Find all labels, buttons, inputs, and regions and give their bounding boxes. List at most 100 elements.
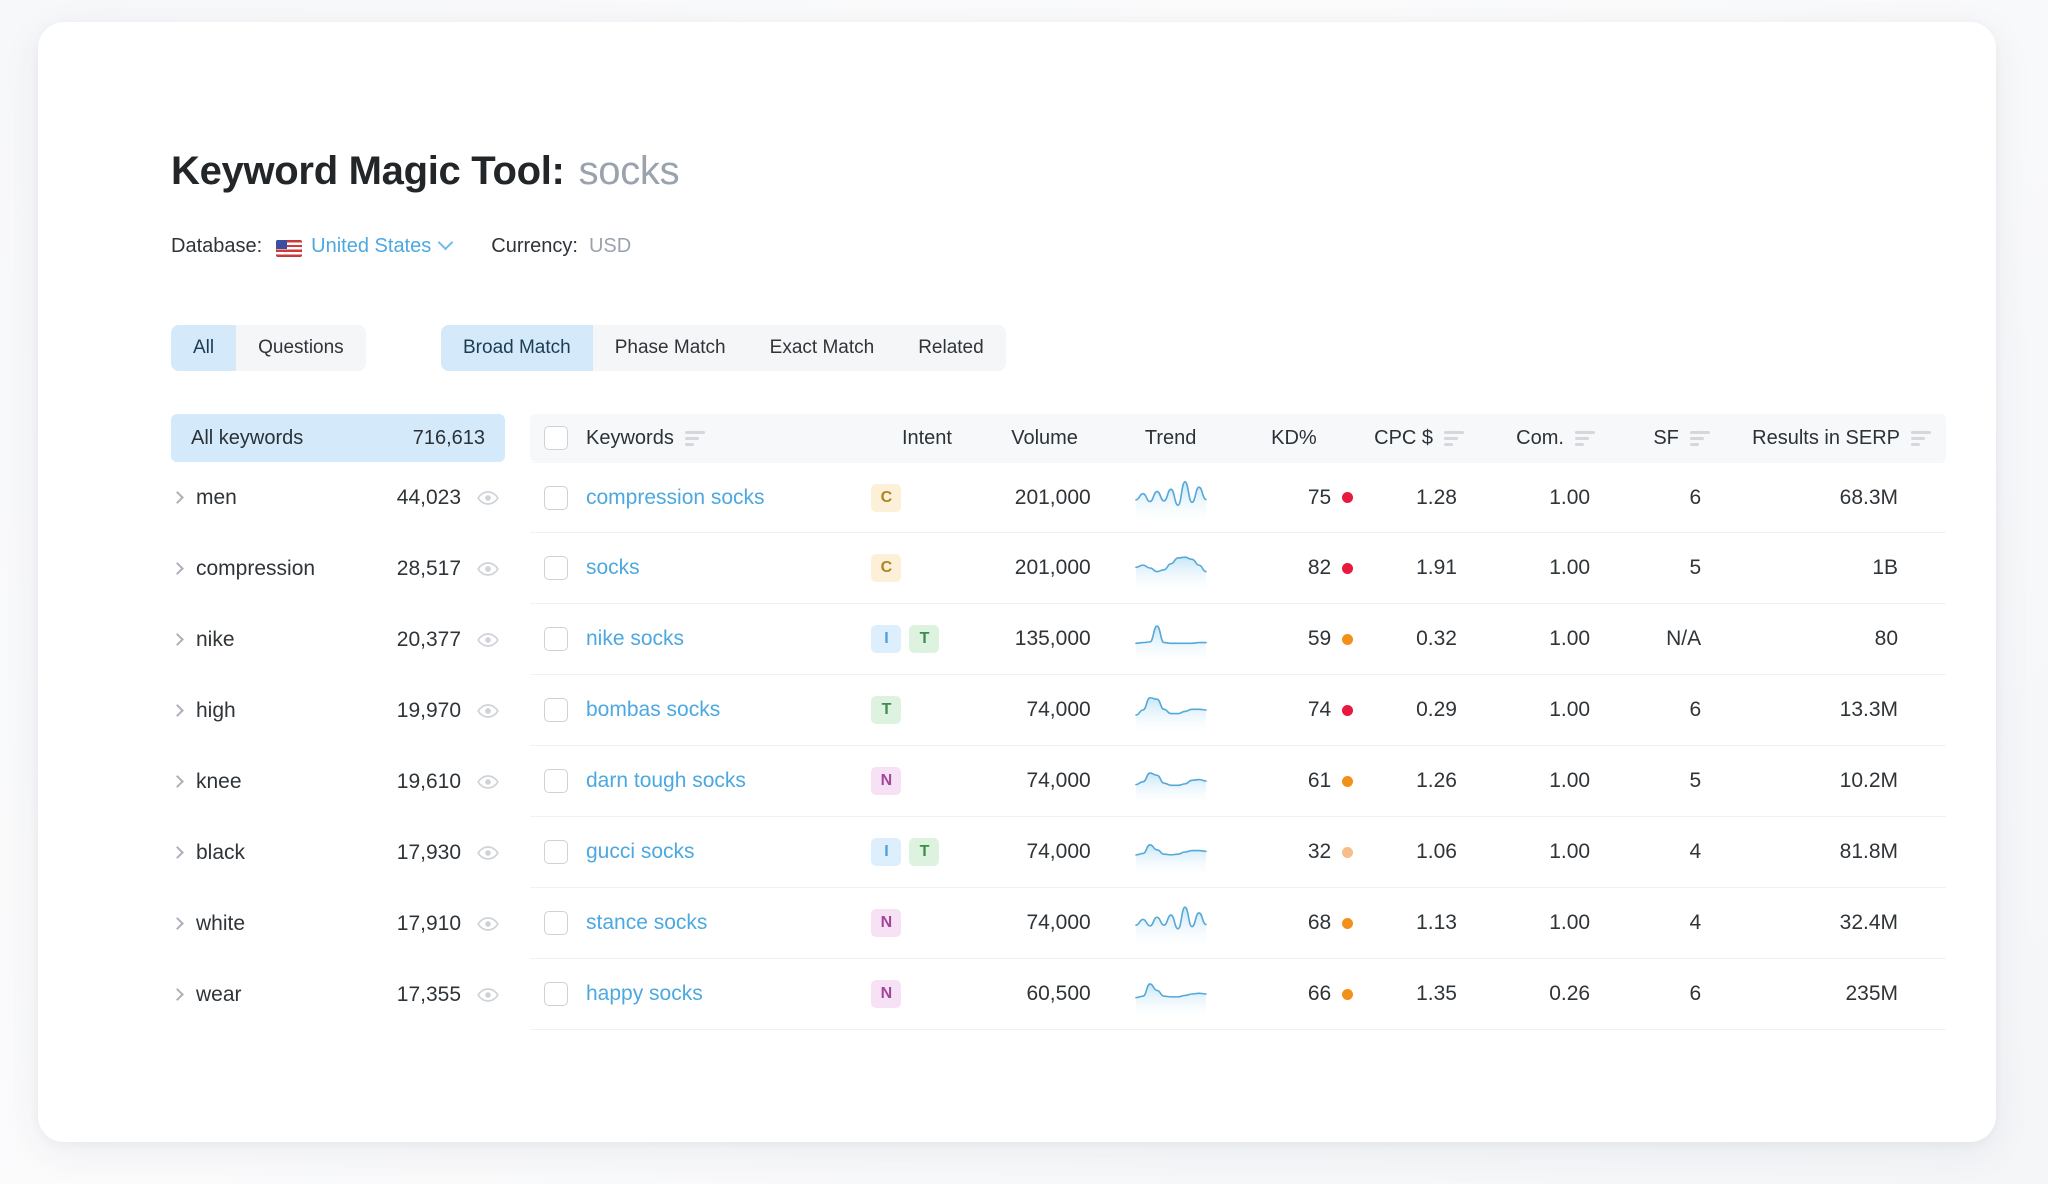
column-header-label: Keywords xyxy=(586,426,674,449)
eye-icon[interactable] xyxy=(477,913,499,935)
sidebar-item-compression[interactable]: compression 28,517 xyxy=(171,533,505,604)
competition-value: 1.00 xyxy=(1549,698,1591,721)
keyword-link[interactable]: happy socks xyxy=(586,982,703,1006)
sort-desc-icon[interactable] xyxy=(1910,430,1931,446)
sidebar-item-men[interactable]: men 44,023 xyxy=(171,462,505,533)
sort-desc-icon[interactable] xyxy=(1689,430,1710,446)
keyword-cell: nike socks xyxy=(530,627,871,651)
intent-badge-T[interactable]: T xyxy=(909,838,940,866)
sidebar-item-knee[interactable]: knee 19,610 xyxy=(171,746,505,817)
chevron-right-icon[interactable] xyxy=(171,491,184,504)
chevron-down-icon[interactable] xyxy=(437,234,454,251)
sidebar-item-nike[interactable]: nike 20,377 xyxy=(171,604,505,675)
sidebar-item-black[interactable]: black 17,930 xyxy=(171,817,505,888)
competition-cell: 1.00 xyxy=(1485,840,1626,864)
intent-badge-N[interactable]: N xyxy=(871,980,902,1008)
sf-value: 6 xyxy=(1689,485,1702,509)
keyword-link[interactable]: nike socks xyxy=(586,627,684,651)
cpc-cell: 1.91 xyxy=(1353,556,1485,580)
sort-desc-icon[interactable] xyxy=(684,430,705,446)
keyword-cell: compression socks xyxy=(530,485,871,510)
row-checkbox[interactable] xyxy=(544,485,568,510)
intent-badge-T[interactable]: T xyxy=(909,625,940,653)
column-header-com[interactable]: Com. xyxy=(1485,427,1626,450)
database-value[interactable]: United States xyxy=(311,235,431,258)
column-header-keywords[interactable]: Keywords xyxy=(530,426,871,450)
keyword-cell: darn tough socks xyxy=(530,769,871,793)
column-header-trend[interactable]: Trend xyxy=(1107,427,1235,450)
chevron-right-icon[interactable] xyxy=(171,988,184,1001)
all-keywords-row[interactable]: All keywords 716,613 xyxy=(171,414,505,462)
select-all-checkbox[interactable] xyxy=(544,426,568,450)
table-body: compression socks C 201,000 75 1.28 1.00 6 68.3… xyxy=(530,462,1946,1030)
row-checkbox[interactable] xyxy=(544,698,568,722)
tab-all[interactable]: All xyxy=(171,325,237,371)
eye-icon[interactable] xyxy=(477,487,499,509)
chevron-right-icon[interactable] xyxy=(171,562,184,575)
column-header-cpc[interactable]: CPC $ xyxy=(1353,427,1485,450)
row-checkbox[interactable] xyxy=(544,982,568,1006)
eye-icon[interactable] xyxy=(477,771,499,793)
keyword-link[interactable]: darn tough socks xyxy=(586,769,746,793)
volume-cell: 201,000 xyxy=(982,486,1106,510)
chevron-right-icon[interactable] xyxy=(171,917,184,930)
row-checkbox[interactable] xyxy=(544,627,568,651)
trend-sparkline xyxy=(1134,625,1207,660)
row-checkbox[interactable] xyxy=(544,911,568,935)
tab-related[interactable]: Related xyxy=(896,325,1006,371)
volume-value: 135,000 xyxy=(1014,627,1091,650)
volume-value: 74,000 xyxy=(1026,698,1091,721)
column-header-kd[interactable]: KD% xyxy=(1235,427,1354,450)
tab-group-match: Broad Match Phase Match Exact Match Related xyxy=(441,325,1006,371)
intent-cell: N xyxy=(871,980,982,1008)
eye-icon[interactable] xyxy=(477,842,499,864)
chevron-right-icon[interactable] xyxy=(171,633,184,646)
trend-cell xyxy=(1107,831,1235,873)
intent-badge-I[interactable]: I xyxy=(871,838,902,866)
intent-badge-N[interactable]: N xyxy=(871,909,902,937)
column-header-intent[interactable]: Intent xyxy=(871,427,982,450)
eye-icon[interactable] xyxy=(477,700,499,722)
row-checkbox[interactable] xyxy=(544,840,568,864)
eye-icon[interactable] xyxy=(477,558,499,580)
kd-value: 59 xyxy=(1307,627,1332,650)
table-row: socks C 201,000 82 1.91 1.00 5 1B xyxy=(530,533,1946,604)
chevron-right-icon[interactable] xyxy=(171,775,184,788)
row-checkbox[interactable] xyxy=(544,769,568,793)
eye-icon[interactable] xyxy=(477,984,499,1006)
cpc-cell: 1.28 xyxy=(1353,486,1485,510)
kd-value: 32 xyxy=(1307,840,1332,863)
intent-badge-C[interactable]: C xyxy=(871,483,902,512)
sort-desc-icon[interactable] xyxy=(1574,430,1595,446)
chevron-right-icon[interactable] xyxy=(171,704,184,717)
column-header-results[interactable]: Results in SERP xyxy=(1737,427,1946,450)
keyword-link[interactable]: gucci socks xyxy=(586,840,695,864)
column-header-volume[interactable]: Volume xyxy=(982,427,1106,450)
row-checkbox[interactable] xyxy=(544,556,568,580)
tab-broad-match[interactable]: Broad Match xyxy=(441,325,593,371)
currency-value: USD xyxy=(588,235,632,257)
tab-phase-match[interactable]: Phase Match xyxy=(593,325,748,371)
sidebar-item-label: black xyxy=(196,840,246,864)
competition-cell: 1.00 xyxy=(1485,556,1626,580)
intent-badge-C[interactable]: C xyxy=(871,554,902,582)
keyword-link[interactable]: socks xyxy=(586,556,640,580)
competition-cell: 1.00 xyxy=(1485,698,1626,722)
intent-badge-N[interactable]: N xyxy=(871,767,902,795)
intent-badge-I[interactable]: I xyxy=(871,625,902,653)
competition-value: 1.00 xyxy=(1549,556,1591,579)
keyword-link[interactable]: compression socks xyxy=(586,486,765,510)
intent-badge-T[interactable]: T xyxy=(871,696,902,724)
keyword-link[interactable]: stance socks xyxy=(586,911,707,935)
chevron-right-icon[interactable] xyxy=(171,846,184,859)
column-header-sf[interactable]: SF xyxy=(1626,427,1737,450)
sidebar-item-wear[interactable]: wear 17,355 xyxy=(171,959,505,1030)
eye-icon[interactable] xyxy=(477,629,499,651)
kd-value: 61 xyxy=(1307,769,1332,792)
keyword-link[interactable]: bombas socks xyxy=(586,698,720,722)
tab-exact-match[interactable]: Exact Match xyxy=(748,325,897,371)
sidebar-item-high[interactable]: high 19,970 xyxy=(171,675,505,746)
sort-desc-icon[interactable] xyxy=(1444,430,1465,446)
sidebar-item-white[interactable]: white 17,910 xyxy=(171,888,505,959)
tab-questions[interactable]: Questions xyxy=(236,325,366,371)
